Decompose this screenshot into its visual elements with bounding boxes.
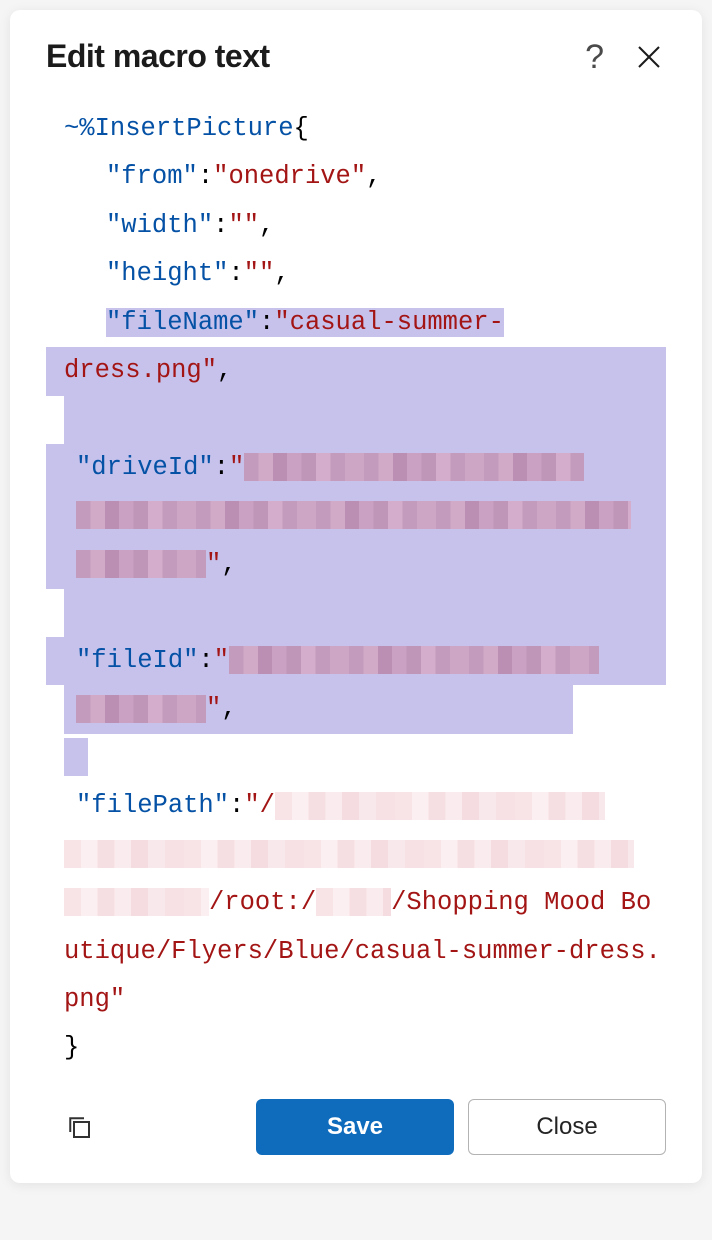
code-line: ", [46, 685, 666, 733]
quote: " [229, 453, 244, 482]
redacted-value [76, 501, 631, 529]
code-line: ~%InsertPicture{ [46, 105, 666, 153]
brace-open: { [294, 114, 309, 143]
code-line: "width":"", [46, 202, 666, 250]
brace-close: } [64, 1033, 79, 1062]
json-value: "casual-summer- [274, 308, 504, 337]
json-value: "" [228, 211, 259, 240]
redacted-value [244, 453, 584, 481]
code-line [46, 492, 666, 540]
code-line: "from":"onedrive", [46, 153, 666, 201]
save-button[interactable]: Save [256, 1099, 454, 1155]
redacted-value [229, 646, 599, 674]
quote: " [206, 694, 221, 723]
json-value: /root:/ [209, 888, 316, 917]
code-line: ", [46, 541, 666, 589]
code-line: "fileId":" [46, 637, 666, 685]
code-line [46, 831, 666, 879]
directive-token: ~%InsertPicture [64, 114, 294, 143]
json-key: "filePath" [76, 791, 229, 820]
code-line: "driveId":" [46, 444, 666, 492]
code-line: dress.png", [46, 347, 666, 395]
json-key: "driveId" [76, 453, 214, 482]
dialog-header: Edit macro text ? [46, 38, 666, 75]
help-icon[interactable]: ? [585, 40, 604, 74]
quote: " [214, 646, 229, 675]
copy-icon[interactable] [62, 1110, 96, 1144]
json-value: "/ [244, 791, 275, 820]
redacted-value [275, 792, 605, 820]
dialog-title: Edit macro text [46, 38, 270, 75]
json-value: "" [244, 259, 275, 288]
json-key: "fileName" [106, 308, 259, 337]
macro-code-editor[interactable]: ~%InsertPicture{ "from":"onedrive", "wid… [46, 99, 666, 1091]
json-key: "from" [106, 162, 198, 191]
redacted-value [76, 550, 206, 578]
dialog-footer: Save Close [46, 1099, 666, 1155]
redacted-value [76, 695, 206, 723]
code-line: "filePath":"/ [46, 782, 666, 830]
close-icon[interactable] [632, 40, 666, 74]
json-value: "onedrive" [213, 162, 366, 191]
code-line: /root://Shopping Mood Boutique/Flyers/Bl… [46, 879, 666, 1024]
code-line: } [46, 1024, 666, 1072]
json-key: "width" [106, 211, 213, 240]
close-button[interactable]: Close [468, 1099, 666, 1155]
json-value: dress.png" [64, 356, 217, 385]
redacted-value [64, 888, 209, 916]
quote: " [206, 550, 221, 579]
json-key: "fileId" [76, 646, 198, 675]
code-line: "height":"", [46, 250, 666, 298]
redacted-value [316, 888, 391, 916]
redacted-value [64, 840, 634, 868]
code-line [46, 734, 666, 782]
header-icons: ? [585, 40, 666, 74]
json-key: "height" [106, 259, 228, 288]
edit-macro-dialog: Edit macro text ? ~%InsertPicture{ "from… [10, 10, 702, 1183]
code-line: "fileName":"casual-summer- [46, 299, 666, 347]
